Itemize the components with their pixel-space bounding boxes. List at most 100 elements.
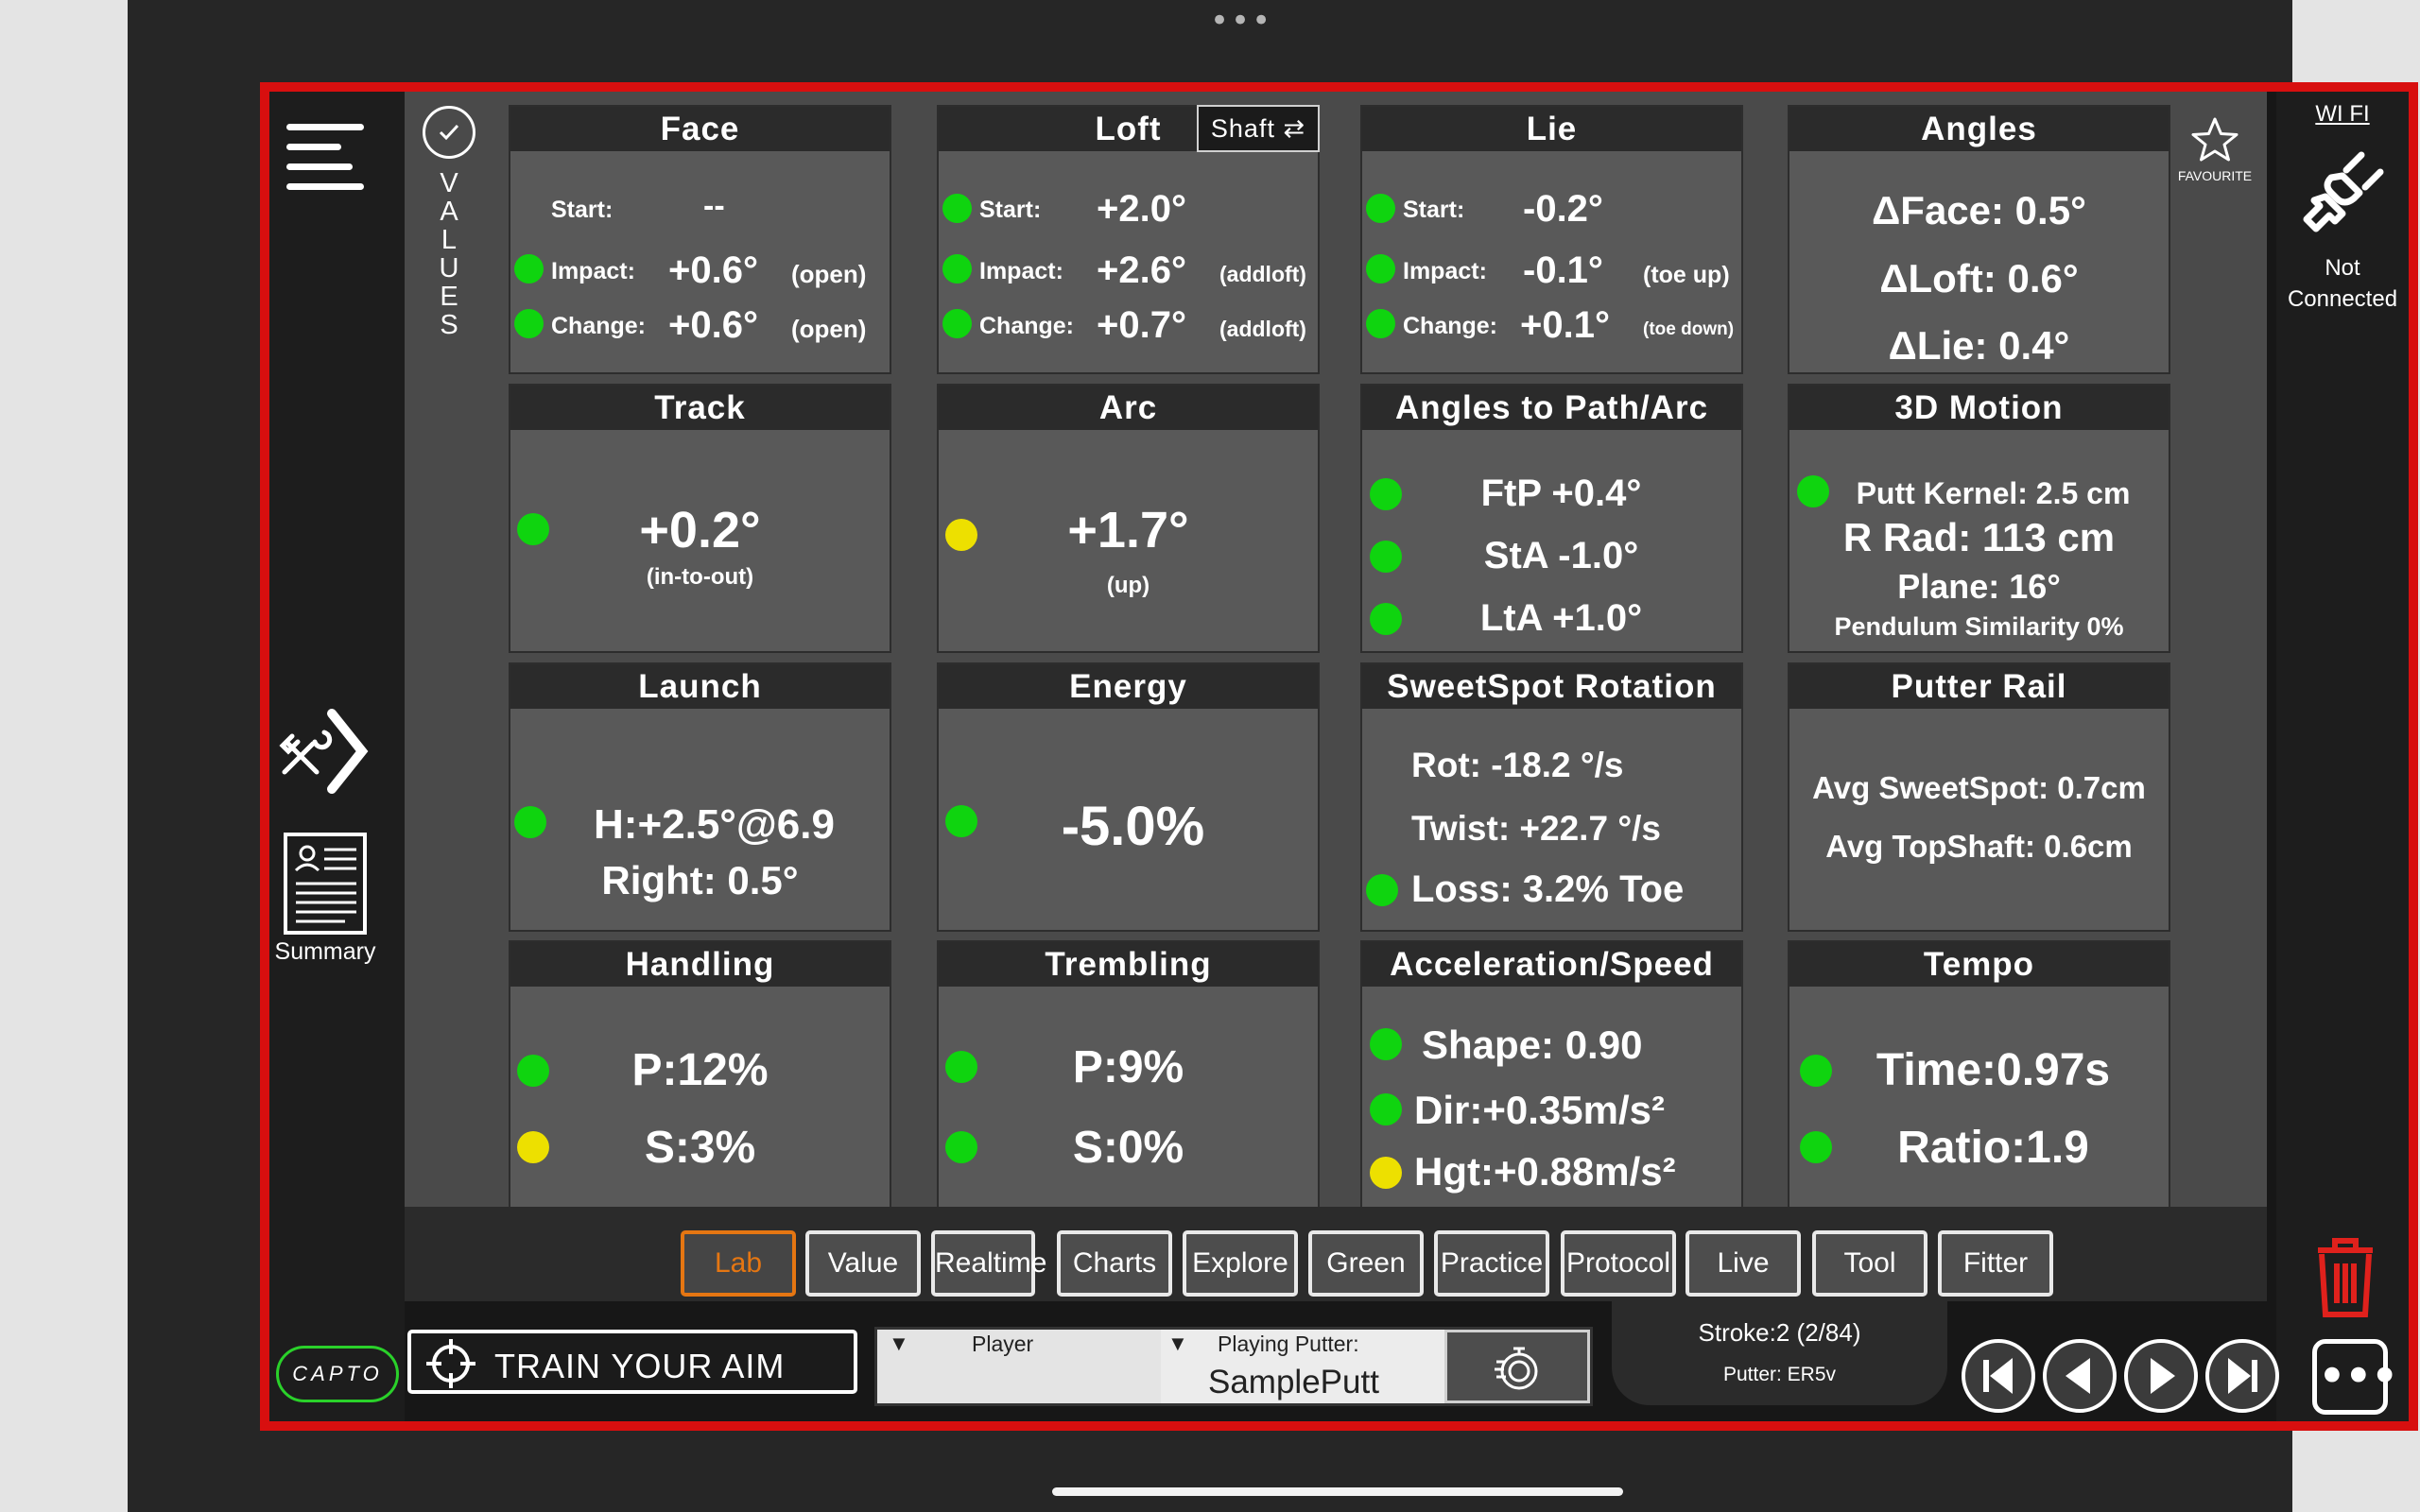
tab-live[interactable]: Live (1685, 1230, 1801, 1297)
card-title: Trembling (939, 942, 1318, 987)
player-label: Player (972, 1332, 1034, 1356)
values-label: VALUES (439, 168, 459, 340)
impact-label: Impact: (979, 258, 1063, 284)
impact-note: (toe up) (1643, 262, 1730, 288)
tab-realtime[interactable]: Realtime (931, 1230, 1046, 1297)
home-indicator[interactable] (1052, 1487, 1623, 1496)
status-dot (1366, 309, 1395, 338)
impact-note: (addloft) (1219, 262, 1306, 286)
multitask-dots[interactable]: ••• (1210, 5, 1272, 37)
tab-explore[interactable]: Explore (1183, 1230, 1298, 1297)
card-title: SweetSpot Rotation (1362, 664, 1741, 709)
skip-last-button[interactable] (2205, 1339, 2279, 1413)
impact-value: +2.6° (1097, 249, 1186, 291)
chevron-down-icon: ▼ (1167, 1332, 1188, 1355)
start-value: +2.0° (1097, 188, 1186, 230)
putter-rail-card[interactable]: Putter Rail Avg SweetSpot: 0.7cm Avg Top… (1788, 662, 2170, 932)
tempo-card[interactable]: Tempo Time:0.97s Ratio:1.9 (1788, 940, 2170, 1210)
tab-green[interactable]: Green (1308, 1230, 1424, 1297)
start-label: Start: (551, 197, 614, 223)
tempo-time: Time:0.97s (1876, 1045, 2111, 1095)
tab-charts[interactable]: Charts (1057, 1230, 1172, 1297)
values-tab[interactable]: VALUES (423, 106, 479, 370)
energy-card[interactable]: Energy -5.0% (937, 662, 1320, 932)
playing-putter-label: Playing Putter: (1218, 1332, 1359, 1356)
handling-p: P:12% (631, 1045, 769, 1095)
next-button[interactable] (2124, 1339, 2198, 1413)
avg-topshaft: Avg TopShaft: 0.6cm (1825, 829, 2133, 864)
launch-card[interactable]: Launch H:+2.5°@6.9 Right: 0.5° (509, 662, 891, 932)
impact-value: -0.1° (1523, 249, 1603, 291)
stroke-info: Stroke:2 (2/84) Putter: ER5v (1612, 1301, 1947, 1405)
change-value: +0.1° (1520, 304, 1610, 346)
stroke-count: Stroke:2 (2/84) (1698, 1318, 1861, 1347)
favourite-label: FAVOURITE (2177, 168, 2253, 183)
skip-first-button[interactable] (1962, 1339, 2035, 1413)
status-dot (942, 309, 972, 338)
card-title: Energy (939, 664, 1318, 709)
status-dot (942, 194, 972, 223)
angles-card[interactable]: Angles ΔFace: 0.5° ΔLoft: 0.6° ΔLie: 0.4… (1788, 105, 2170, 374)
menu-icon[interactable] (286, 112, 366, 192)
card-title: Lie (1362, 107, 1741, 151)
handling-card[interactable]: Handling P:12% S:3% (509, 940, 891, 1210)
track-card[interactable]: Track +0.2° (in-to-out) (509, 384, 891, 653)
motion-card[interactable]: 3D Motion Putt Kernel: 2.5 cm R Rad: 113… (1788, 384, 2170, 653)
tools-expand-icon[interactable] (279, 704, 373, 808)
star-icon (2191, 117, 2238, 162)
lab-panel: VALUES Face Start: -- Impact: +0.6° (ope… (405, 92, 2267, 1210)
arc-card[interactable]: Arc +1.7° (up) (937, 384, 1320, 653)
loft-card[interactable]: Loft Shaft ⇄ Start: +2.0° Impact: +2.6° … (937, 105, 1320, 374)
card-title: Arc (939, 386, 1318, 430)
r-rad: R Rad: 113 cm (1842, 515, 2116, 559)
tab-practice[interactable]: Practice (1434, 1230, 1549, 1297)
stopwatch-icon (1495, 1347, 1538, 1390)
face-card[interactable]: Face Start: -- Impact: +0.6° (open) Chan… (509, 105, 891, 374)
rot-value: Rot: -18.2 °/s (1411, 746, 1624, 784)
train-your-aim-label: TRAIN YOUR AIM (494, 1347, 786, 1385)
status-dot (1366, 874, 1398, 906)
tab-value[interactable]: Value (805, 1230, 921, 1297)
status-dot (514, 309, 544, 338)
card-title: Acceleration/Speed (1362, 942, 1741, 987)
swap-icon: ⇄ (1283, 114, 1306, 143)
play-icon (2151, 1358, 2175, 1394)
avg-sweetspot: Avg SweetSpot: 0.7cm (1812, 770, 2146, 805)
favourite-button[interactable]: FAVOURITE (2174, 116, 2256, 192)
wifi-label[interactable]: WI FI (2276, 101, 2409, 128)
card-title: Face (510, 107, 890, 151)
track-value: +0.2° (639, 502, 761, 558)
summary-icon (284, 833, 367, 935)
path-arc-card[interactable]: Angles to Path/Arc FtP +0.4° StA -1.0° L… (1360, 384, 1743, 653)
summary-button[interactable]: Summary (269, 831, 381, 972)
change-note: (addloft) (1219, 317, 1306, 341)
tab-fitter[interactable]: Fitter (1938, 1230, 2053, 1297)
train-your-aim-button[interactable]: TRAIN YOUR AIM (407, 1330, 857, 1394)
tab-tool[interactable]: Tool (1812, 1230, 1927, 1297)
change-note: (open) (791, 315, 867, 343)
capto-logo[interactable]: CAPTO (276, 1346, 399, 1402)
more-button[interactable]: ••• (2312, 1339, 2400, 1415)
start-value: -- (703, 188, 725, 224)
prev-button[interactable] (2043, 1339, 2117, 1413)
arc-value: +1.7° (1067, 502, 1189, 558)
delta-loft: ΔLoft: 0.6° (1879, 256, 2079, 301)
tab-protocol[interactable]: Protocol (1561, 1230, 1676, 1297)
shaft-toggle-button[interactable]: Shaft ⇄ (1197, 105, 1320, 152)
sweetspot-card[interactable]: SweetSpot Rotation Rot: -18.2 °/s Twist:… (1360, 662, 1743, 932)
lie-card[interactable]: Lie Start: -0.2° Impact: -0.1° (toe up) … (1360, 105, 1743, 374)
launch-right: Right: 0.5° (601, 858, 799, 902)
trembling-s: S:0% (1072, 1123, 1184, 1173)
delete-button[interactable] (2312, 1235, 2378, 1320)
tab-lab[interactable]: Lab (681, 1230, 796, 1297)
card-title: Loft (1095, 111, 1162, 147)
player-dropdown[interactable]: ▼ Player (877, 1330, 1161, 1403)
handling-s: S:3% (644, 1123, 756, 1173)
trembling-card[interactable]: Trembling P:9% S:0% (937, 940, 1320, 1210)
status-dot (1366, 254, 1395, 284)
shaft-label: Shaft (1210, 114, 1275, 143)
start-label: Start: (979, 197, 1042, 223)
acceleration-card[interactable]: Acceleration/Speed Shape: 0.90 Dir:+0.35… (1360, 940, 1743, 1210)
putter-selector[interactable]: ▼ Player ▼ Playing Putter: SamplePutt (874, 1327, 1593, 1406)
putter-settings-button[interactable] (1444, 1330, 1590, 1403)
